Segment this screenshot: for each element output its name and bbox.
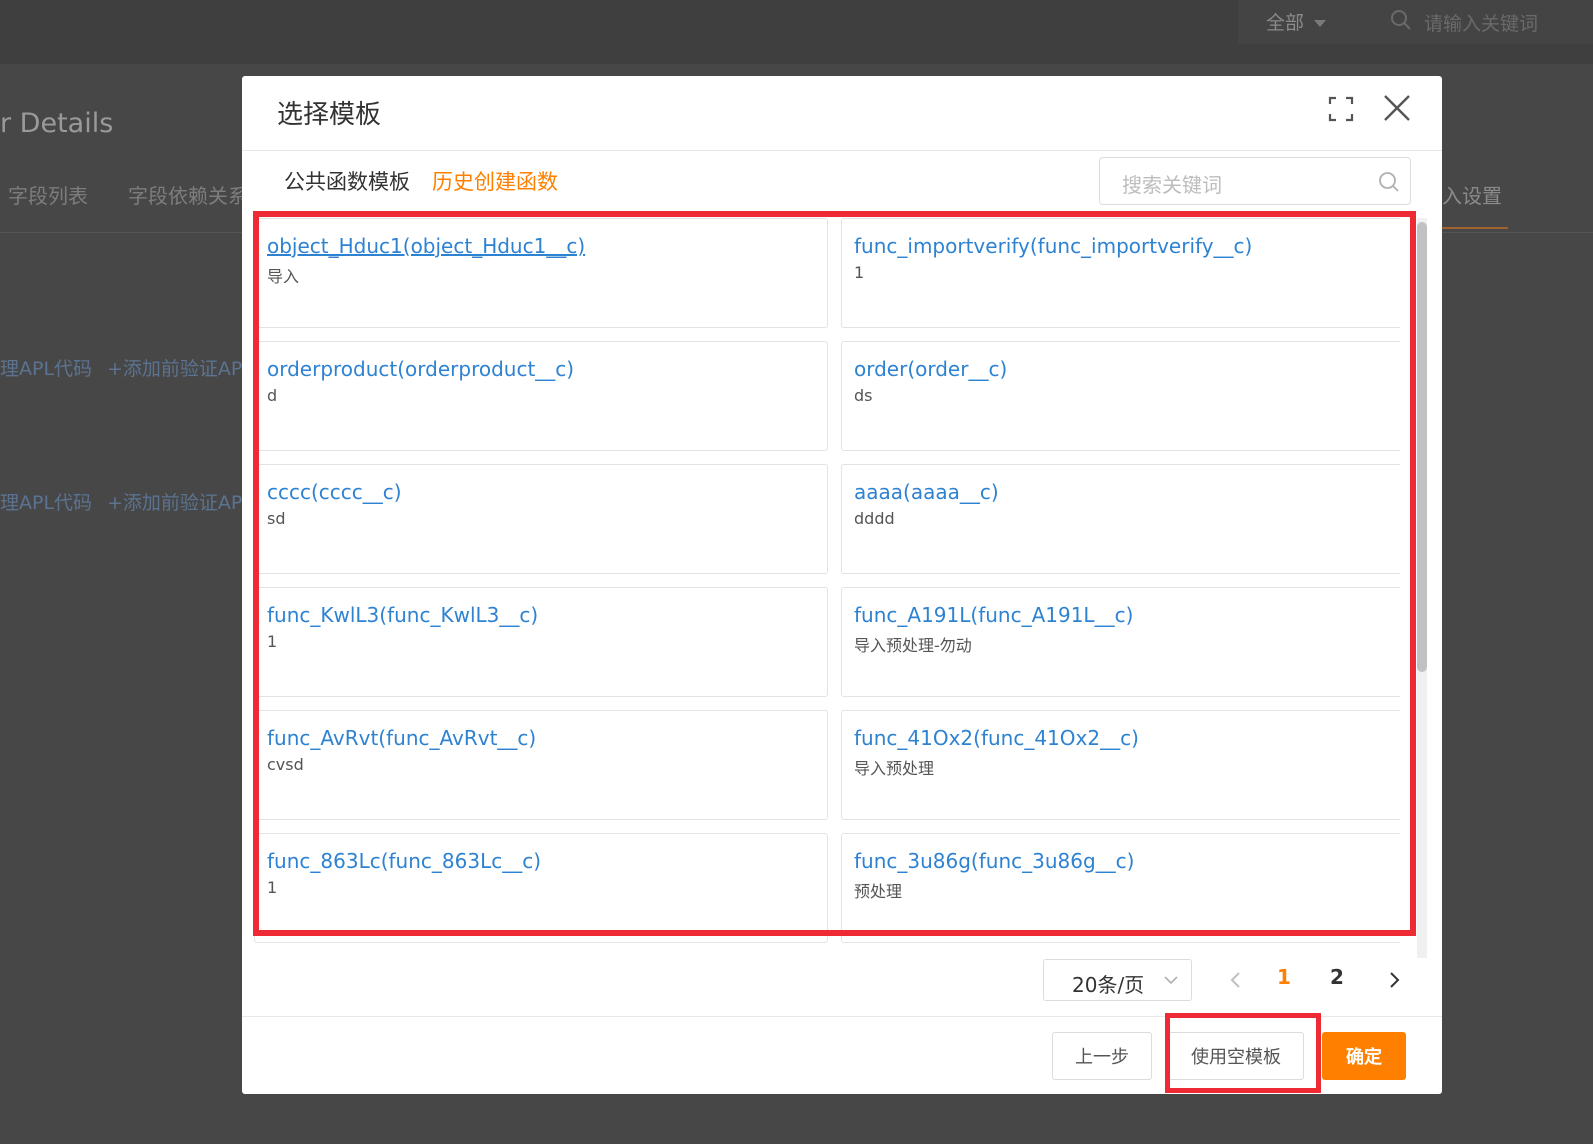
- template-card-description: 导入预处理-勿动: [854, 636, 972, 655]
- background-tab-field-list[interactable]: 字段列表: [8, 180, 88, 209]
- template-card-description: cvsd: [267, 755, 304, 774]
- chevron-left-icon[interactable]: [1224, 964, 1248, 996]
- template-card-description: 1: [267, 632, 278, 651]
- maximize-icon[interactable]: [1328, 96, 1354, 122]
- template-card[interactable]: func_41Ox2(func_41Ox2__c) 导入预处理: [841, 710, 1400, 820]
- template-card-name[interactable]: order(order__c): [854, 357, 1007, 381]
- template-card-name[interactable]: func_importverify(func_importverify__c): [854, 234, 1252, 258]
- template-card-description: 1: [854, 263, 865, 282]
- search-icon: [1391, 10, 1411, 30]
- template-card-name[interactable]: aaaa(aaaa__c): [854, 480, 999, 504]
- template-card-description: 导入: [267, 267, 300, 286]
- template-card-name[interactable]: func_KwlL3(func_KwlL3__c): [267, 603, 538, 627]
- template-card-description: 1: [267, 878, 278, 897]
- page-number-2[interactable]: 2: [1330, 965, 1344, 989]
- confirm-button[interactable]: 确定: [1322, 1032, 1406, 1080]
- background-link-add-validate-apl[interactable]: +添加前验证APL: [107, 488, 253, 515]
- background-filter-select[interactable]: 全部: [1266, 8, 1327, 35]
- caret-down-icon: [1314, 20, 1327, 27]
- template-card-name[interactable]: func_863Lc(func_863Lc__c): [267, 849, 541, 873]
- template-card-name[interactable]: func_A191L(func_A191L__c): [854, 603, 1133, 627]
- use-empty-template-button[interactable]: 使用空模板: [1168, 1032, 1304, 1080]
- template-card-name[interactable]: func_3u86g(func_3u86g__c): [854, 849, 1134, 873]
- template-card-description: sd: [267, 509, 286, 528]
- template-card-description: 导入预处理: [854, 759, 935, 778]
- template-card-name[interactable]: cccc(cccc__c): [267, 480, 402, 504]
- template-card[interactable]: func_A191L(func_A191L__c) 导入预处理-勿动: [841, 587, 1400, 697]
- background-link-add-validate-apl[interactable]: +添加前验证APL: [107, 354, 253, 381]
- template-card[interactable]: func_importverify(func_importverify__c) …: [841, 218, 1400, 328]
- background-page-title: r Details: [0, 108, 114, 139]
- dialog-title: 选择模板: [277, 100, 382, 130]
- dialog-footer-divider: [242, 1016, 1442, 1017]
- template-card[interactable]: orderproduct(orderproduct__c) d: [254, 341, 828, 451]
- chevron-right-icon[interactable]: [1382, 964, 1406, 996]
- template-card[interactable]: func_AvRvt(func_AvRvt__c) cvsd: [254, 710, 828, 820]
- close-icon[interactable]: [1382, 93, 1412, 123]
- template-card-name[interactable]: func_AvRvt(func_AvRvt__c): [267, 726, 536, 750]
- template-card[interactable]: order(order__c) ds: [841, 341, 1400, 451]
- template-card[interactable]: object_Hduc1(object_Hduc1__c) 导入: [254, 218, 828, 328]
- select-template-dialog: 选择模板 公共函数模板 历史创建函数 搜索关键词 object_Hduc1(ob…: [242, 76, 1442, 1094]
- template-card[interactable]: func_KwlL3(func_KwlL3__c) 1: [254, 587, 828, 697]
- search-input[interactable]: 搜索关键词: [1099, 157, 1411, 205]
- previous-step-button[interactable]: 上一步: [1052, 1032, 1152, 1080]
- scrollbar-thumb[interactable]: [1417, 222, 1427, 672]
- template-card[interactable]: aaaa(aaaa__c) dddd: [841, 464, 1400, 574]
- template-card-name[interactable]: func_41Ox2(func_41Ox2__c): [854, 726, 1139, 750]
- background-link-apl-code[interactable]: 理APL代码: [0, 354, 92, 381]
- template-card-grid: object_Hduc1(object_Hduc1__c) 导入 func_im…: [254, 218, 1400, 953]
- page-number-1[interactable]: 1: [1277, 965, 1291, 989]
- tab-public-function-templates[interactable]: 公共函数模板: [284, 166, 410, 211]
- template-card-description: 预处理: [854, 882, 903, 901]
- page-size-select[interactable]: 20条/页: [1043, 959, 1192, 1001]
- background-tab-import-settings[interactable]: 入设置: [1442, 180, 1502, 209]
- template-card-name[interactable]: object_Hduc1(object_Hduc1__c): [267, 234, 585, 258]
- template-card-name[interactable]: orderproduct(orderproduct__c): [267, 357, 574, 381]
- background-tab-underline: [1442, 227, 1508, 229]
- template-card[interactable]: func_863Lc(func_863Lc__c) 1: [254, 833, 828, 943]
- background-link-apl-code[interactable]: 理APL代码: [0, 488, 92, 515]
- search-placeholder: 搜索关键词: [1122, 173, 1222, 197]
- dialog-header: 选择模板: [242, 76, 1442, 151]
- page-size-label: 20条/页: [1072, 973, 1145, 997]
- tab-history-functions[interactable]: 历史创建函数: [420, 166, 570, 214]
- template-card[interactable]: func_3u86g(func_3u86g__c) 预处理: [841, 833, 1400, 943]
- background-tab-field-dependency[interactable]: 字段依赖关系: [128, 180, 248, 209]
- template-card-description: dddd: [854, 509, 895, 528]
- chevron-down-icon: [1164, 976, 1178, 985]
- template-card[interactable]: cccc(cccc__c) sd: [254, 464, 828, 574]
- background-filter-label: 全部: [1266, 12, 1305, 34]
- background-search-placeholder[interactable]: 请输入关键词: [1424, 9, 1538, 36]
- template-card-description: d: [267, 386, 278, 405]
- search-icon[interactable]: [1378, 171, 1400, 193]
- template-card-description: ds: [854, 386, 873, 405]
